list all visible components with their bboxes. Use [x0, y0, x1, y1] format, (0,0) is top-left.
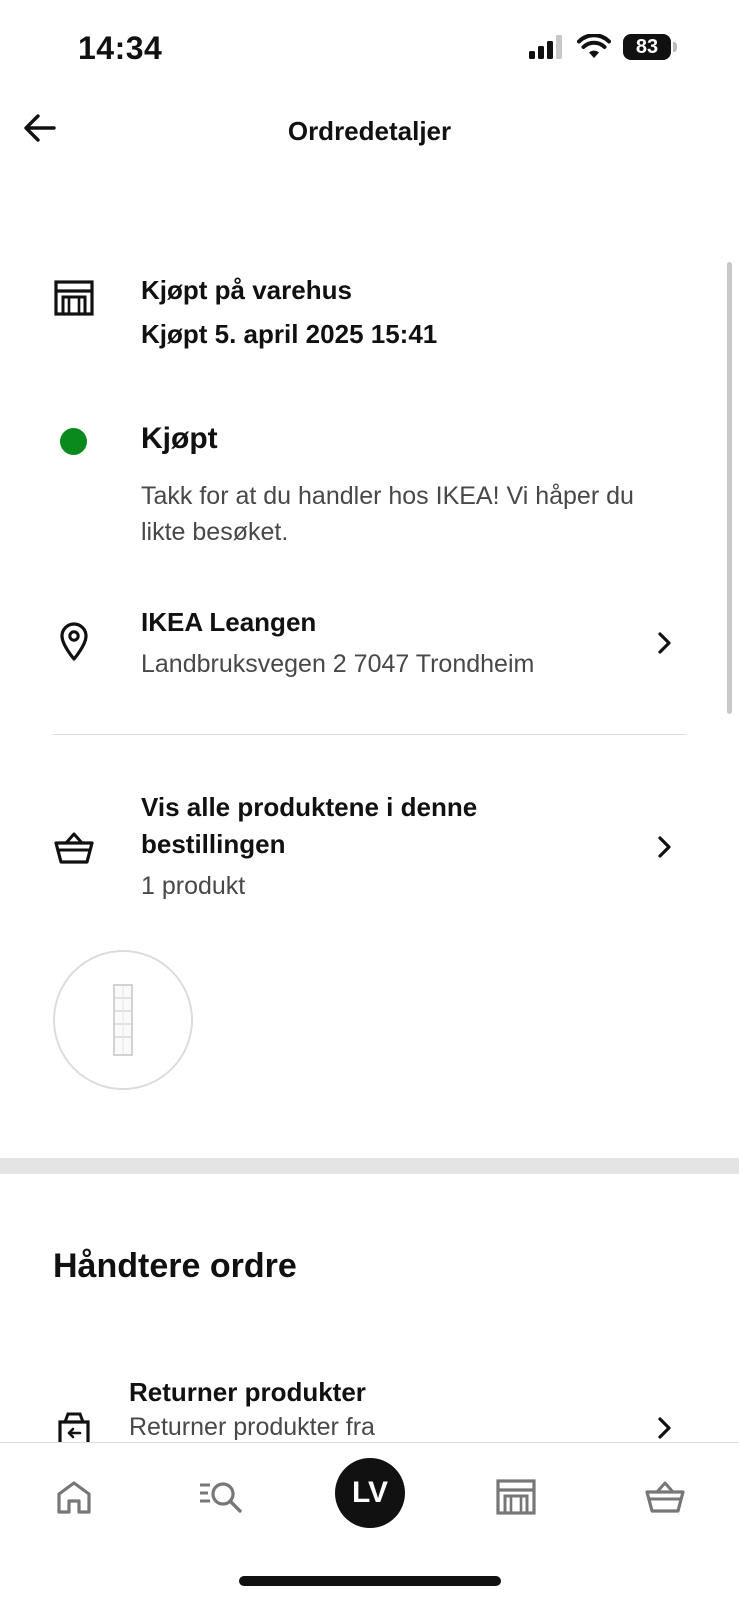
nav-search[interactable]	[191, 1467, 251, 1527]
status-message-line2: likte besøket.	[141, 518, 289, 546]
store-address: Landbruksvegen 2 7047 Trondheim	[141, 650, 535, 678]
search-icon	[200, 1482, 242, 1513]
status-dot	[60, 428, 87, 455]
cellular-signal-icon	[529, 35, 562, 59]
home-indicator	[239, 1576, 501, 1586]
wifi-icon	[577, 34, 611, 58]
battery-level: 83	[623, 34, 671, 60]
page-title: Ordredetaljer	[287, 116, 452, 146]
bottom-nav: LV	[0, 1442, 739, 1600]
scrollbar[interactable]	[727, 262, 732, 714]
nav-basket[interactable]	[635, 1467, 695, 1527]
store-icon	[52, 276, 96, 320]
nav-stores[interactable]	[486, 1467, 546, 1527]
manage-order-title: Håndtere ordre	[53, 1247, 297, 1285]
location-pin-icon	[52, 620, 96, 664]
section-separator	[0, 1158, 739, 1174]
store-name: IKEA Leangen	[141, 607, 317, 637]
status-icons: 83	[529, 34, 677, 60]
products-count: 1 produkt	[141, 872, 246, 900]
home-icon	[57, 1481, 91, 1514]
return-products-subtitle: Returner produkter fra	[129, 1413, 375, 1441]
basket-icon	[52, 826, 96, 870]
store-icon	[496, 1479, 536, 1515]
shelf-unit-image	[113, 984, 133, 1056]
profile-avatar[interactable]: LV	[335, 1458, 405, 1528]
chevron-right-icon	[652, 1416, 676, 1440]
battery-icon: 83	[623, 34, 677, 60]
products-title-line1: Vis alle produktene i denne	[141, 792, 478, 822]
nav-home[interactable]	[44, 1467, 104, 1527]
products-title-line2: bestillingen	[141, 829, 286, 859]
status-time: 14:34	[78, 30, 163, 66]
return-products-title: Returner produkter	[129, 1377, 366, 1407]
product-thumbnail[interactable]	[53, 950, 193, 1090]
purchase-type: Kjøpt på varehus	[141, 275, 352, 305]
chevron-right-icon	[652, 631, 676, 655]
divider	[53, 734, 686, 735]
status-message-line1: Takk for at du handler hos IKEA! Vi håpe…	[141, 482, 634, 510]
status-label: Kjøpt	[141, 422, 218, 455]
basket-icon	[645, 1481, 685, 1513]
chevron-right-icon	[652, 835, 676, 859]
purchase-date: Kjøpt 5. april 2025 15:41	[141, 319, 438, 349]
